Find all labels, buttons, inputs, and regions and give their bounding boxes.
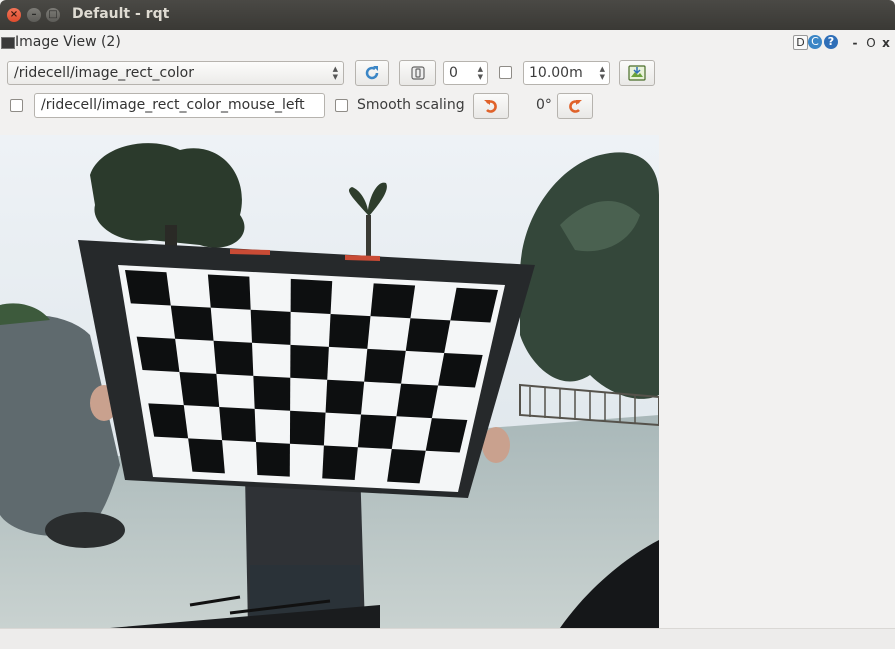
rotate-right-icon xyxy=(569,100,582,113)
camera-image[interactable] xyxy=(0,135,659,628)
checker-square xyxy=(188,438,225,474)
plugin-question-button[interactable]: ? xyxy=(824,35,838,49)
max-range-spinbox[interactable]: 10.00m ▲ ▼ xyxy=(523,61,610,85)
mouse-topic-input[interactable]: /ridecell/image_rect_color_mouse_left xyxy=(34,93,325,118)
checker-square xyxy=(136,336,180,372)
checker-square xyxy=(438,352,483,388)
window-minimize-button[interactable]: – xyxy=(27,8,41,22)
checker-square xyxy=(328,313,371,349)
checker-square xyxy=(250,309,291,345)
checker-square xyxy=(450,287,498,323)
checker-square xyxy=(170,305,214,341)
number-spinbox-value: 0 xyxy=(449,65,458,81)
smooth-scaling-checkbox[interactable] xyxy=(335,99,348,112)
window-maximize-button[interactable]: □ xyxy=(46,8,60,22)
rotate-right-button[interactable] xyxy=(557,93,593,119)
window-close-button[interactable]: × xyxy=(7,8,21,22)
range-checkbox[interactable] xyxy=(499,66,512,79)
window-title: Default - rqt xyxy=(72,6,170,22)
camera-image-graphic xyxy=(0,135,659,628)
checker-square xyxy=(256,441,290,477)
checker-square xyxy=(290,278,333,314)
rotation-label: 0° xyxy=(536,97,552,113)
plugin-help-button[interactable]: D xyxy=(793,35,808,50)
checker-square xyxy=(148,403,189,439)
status-bar xyxy=(0,628,895,649)
checker-square xyxy=(325,379,365,415)
plugin-window-icon xyxy=(1,37,15,49)
checker-square xyxy=(357,414,397,449)
number-spinbox[interactable]: 0 ▲ ▼ xyxy=(443,61,488,85)
plugin-minimize-button[interactable]: - xyxy=(850,35,860,51)
rotate-left-button[interactable] xyxy=(473,93,509,119)
mouse-topic-value: /ridecell/image_rect_color_mouse_left xyxy=(41,97,305,113)
spin-arrows-icon[interactable]: ▲ ▼ xyxy=(600,65,605,81)
checker-square xyxy=(322,445,358,480)
checker-square xyxy=(253,375,291,411)
topic-select-value: /ridecell/image_rect_color xyxy=(14,65,194,81)
checker-square xyxy=(290,344,329,380)
zoom-icon xyxy=(410,66,425,80)
checker-square xyxy=(179,371,220,408)
checker-square xyxy=(370,283,416,319)
save-image-icon xyxy=(628,65,646,81)
max-range-value: 10.00m xyxy=(529,65,583,81)
mouse-publish-checkbox[interactable] xyxy=(10,99,23,112)
checker-square xyxy=(289,410,326,446)
smooth-scaling-label: Smooth scaling xyxy=(357,97,465,113)
checker-square xyxy=(364,348,406,384)
plugin-float-button[interactable]: O xyxy=(865,35,877,51)
checker-square xyxy=(396,383,439,419)
chevron-updown-icon: ▲ ▼ xyxy=(332,65,338,81)
refresh-topics-button[interactable] xyxy=(355,60,389,86)
refresh-icon xyxy=(365,66,379,80)
checker-square xyxy=(405,318,451,353)
plugin-close-button[interactable]: x xyxy=(880,35,892,51)
checker-square xyxy=(387,448,426,484)
checker-square xyxy=(219,407,256,442)
plugin-reload-button[interactable]: C xyxy=(808,35,822,49)
rotate-left-icon xyxy=(484,100,497,113)
checker-square xyxy=(207,274,251,310)
topic-select[interactable]: /ridecell/image_rect_color ▲ ▼ xyxy=(7,61,344,85)
spin-arrows-icon[interactable]: ▲ ▼ xyxy=(478,65,483,81)
plugin-title: Image View (2) xyxy=(15,34,121,50)
checker-square xyxy=(125,270,171,306)
zoom-button[interactable] xyxy=(399,60,436,86)
checker-square xyxy=(213,340,254,376)
window-titlebar[interactable]: × – □ Default - rqt xyxy=(0,0,895,30)
save-image-button[interactable] xyxy=(619,60,655,86)
